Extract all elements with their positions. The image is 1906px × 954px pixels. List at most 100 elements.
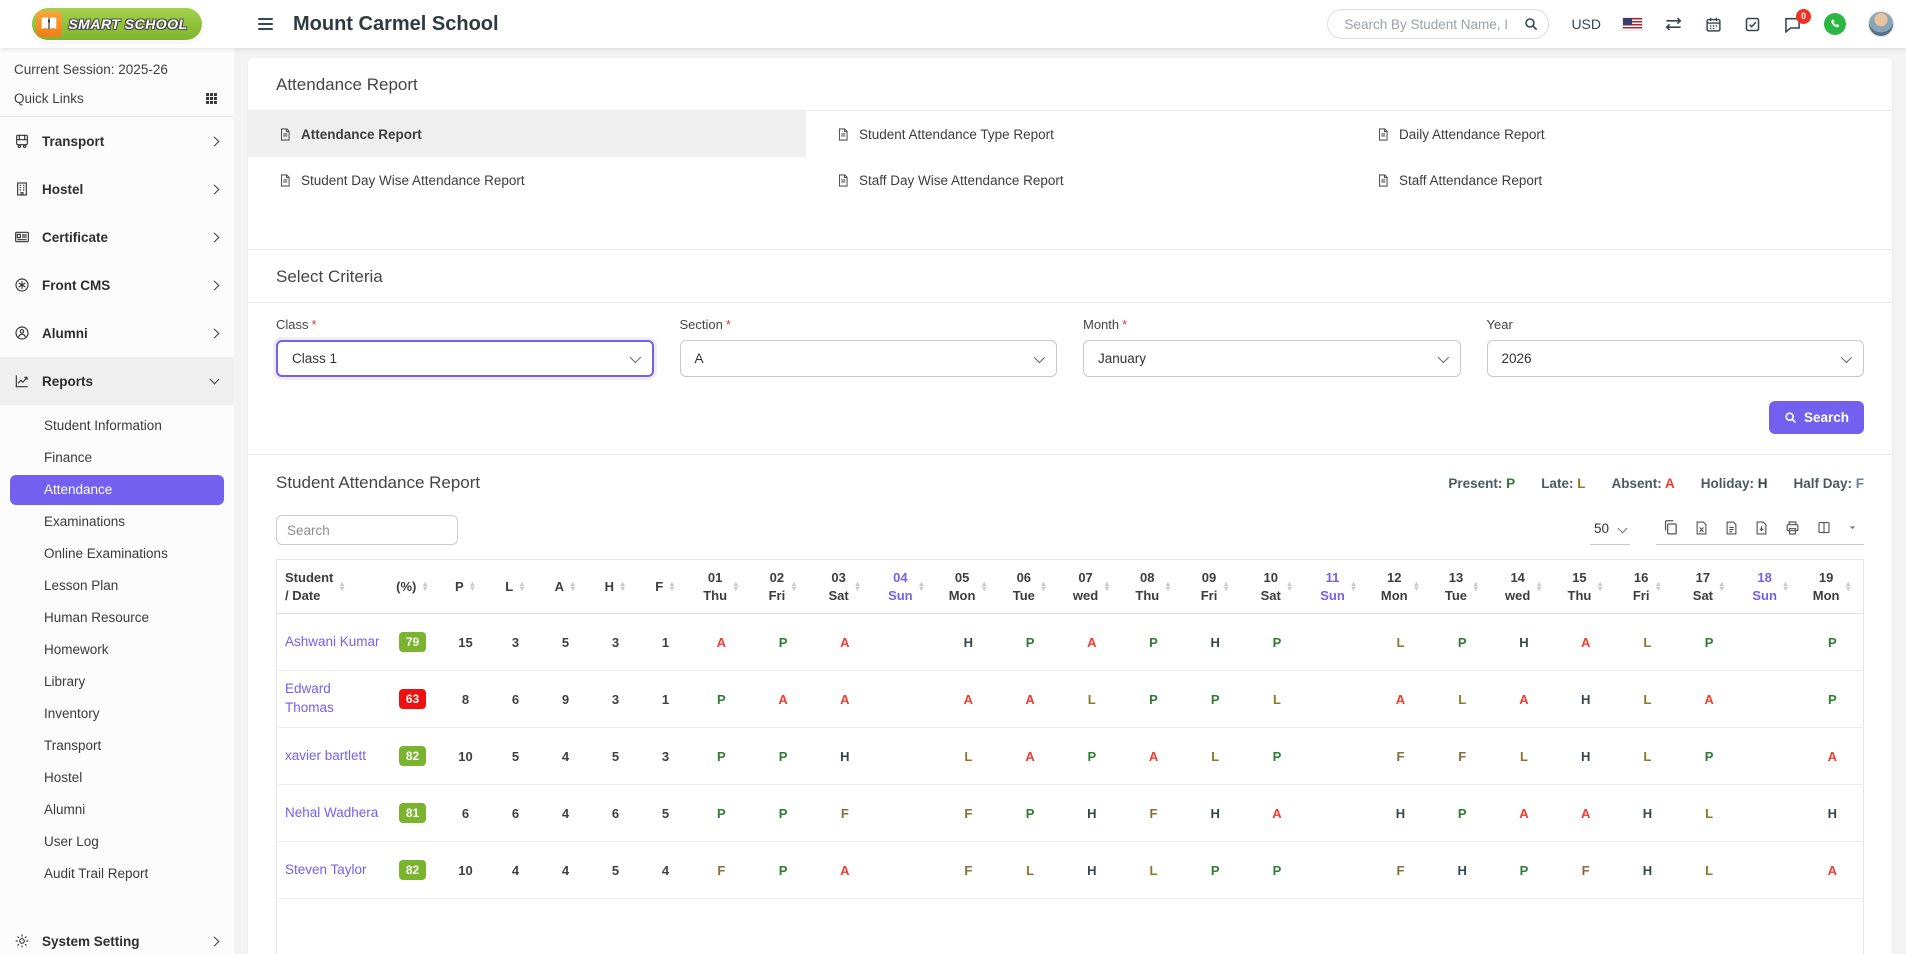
- sort-icon[interactable]: ▲▼: [569, 582, 576, 590]
- col-header-day-10[interactable]: 10Sat▲▼: [1246, 560, 1308, 614]
- student-name-link[interactable]: Ashwani Kumar: [279, 633, 383, 652]
- sort-icon[interactable]: ▲▼: [1845, 582, 1852, 590]
- col-header-day-02[interactable]: 02Fri▲▼: [752, 560, 814, 614]
- sort-icon[interactable]: ▲▼: [619, 582, 626, 590]
- sidebar-subitem-alumni[interactable]: Alumni: [10, 795, 224, 825]
- sort-icon[interactable]: ▲▼: [1222, 582, 1229, 590]
- columns-icon[interactable]: [1816, 520, 1832, 535]
- sidebar-subitem-lesson-plan[interactable]: Lesson Plan: [10, 571, 224, 601]
- col-header-f[interactable]: F▲▼: [641, 560, 691, 614]
- sidebar-subitem-inventory[interactable]: Inventory: [10, 699, 224, 729]
- sort-icon[interactable]: ▲▼: [1350, 582, 1357, 590]
- sidebar-item-front-cms[interactable]: Front CMS: [0, 261, 234, 309]
- col-header-day-01[interactable]: 01Thu▲▼: [691, 560, 753, 614]
- print-icon[interactable]: [1784, 520, 1801, 536]
- sort-icon[interactable]: ▲▼: [918, 582, 925, 590]
- sort-icon[interactable]: ▲▼: [1718, 582, 1725, 590]
- hamburger-menu-icon[interactable]: [258, 18, 273, 30]
- report-link-student-day-wise-attendance-report[interactable]: Student Day Wise Attendance Report: [248, 157, 806, 203]
- col-header-day-16[interactable]: 16Fri▲▼: [1617, 560, 1679, 614]
- col-header-day-13[interactable]: 13Tue▲▼: [1431, 560, 1493, 614]
- sort-icon[interactable]: ▲▼: [1535, 582, 1542, 590]
- col-header-student-date[interactable]: Student/ Date▲▼: [277, 560, 385, 614]
- col-header-day-14[interactable]: 14wed▲▼: [1493, 560, 1555, 614]
- sort-icon[interactable]: ▲▼: [1103, 582, 1110, 590]
- col-header-day-06[interactable]: 06Tue▲▼: [999, 560, 1061, 614]
- col-header-day-07[interactable]: 07wed▲▼: [1061, 560, 1123, 614]
- global-search-input[interactable]: [1342, 16, 1523, 33]
- logo[interactable]: SMART SCHOOL: [0, 0, 234, 48]
- student-name-link[interactable]: Nehal Wadhera: [279, 804, 383, 823]
- report-link-staff-attendance-report[interactable]: Staff Attendance Report: [1346, 157, 1892, 203]
- col-header-day-05[interactable]: 05Mon▲▼: [937, 560, 999, 614]
- sort-icon[interactable]: ▲▼: [1286, 582, 1293, 590]
- col-header-day-03[interactable]: 03Sat▲▼: [814, 560, 876, 614]
- us-flag-icon[interactable]: [1623, 18, 1642, 30]
- sidebar-subitem-examinations[interactable]: Examinations: [10, 507, 224, 537]
- sidebar-subitem-transport[interactable]: Transport: [10, 731, 224, 761]
- sort-icon[interactable]: ▲▼: [338, 582, 345, 590]
- user-avatar[interactable]: [1868, 11, 1894, 37]
- sidebar-subitem-finance[interactable]: Finance: [10, 443, 224, 473]
- caret-down-icon[interactable]: [1847, 522, 1858, 533]
- sidebar-item-system-setting[interactable]: System Setting: [0, 917, 234, 954]
- col-header-day-11[interactable]: 11Sun▲▼: [1308, 560, 1370, 614]
- col-header-day-08[interactable]: 08Thu▲▼: [1123, 560, 1185, 614]
- month-select[interactable]: January: [1083, 340, 1461, 377]
- sort-icon[interactable]: ▲▼: [1782, 582, 1789, 590]
- col-header-day-15[interactable]: 15Thu▲▼: [1555, 560, 1617, 614]
- calendar-icon[interactable]: [1705, 16, 1722, 33]
- sort-icon[interactable]: ▲▼: [668, 582, 675, 590]
- sort-icon[interactable]: ▲▼: [1472, 582, 1479, 590]
- col-header-a[interactable]: A▲▼: [541, 560, 591, 614]
- report-link-attendance-report[interactable]: Attendance Report: [248, 111, 806, 157]
- col-header-[interactable]: (%)▲▼: [385, 560, 441, 614]
- sort-icon[interactable]: ▲▼: [469, 582, 476, 590]
- sort-icon[interactable]: ▲▼: [980, 582, 987, 590]
- sidebar-subitem-student-information[interactable]: Student Information: [10, 411, 224, 441]
- quick-links[interactable]: Quick Links: [0, 81, 234, 117]
- sidebar-subitem-library[interactable]: Library: [10, 667, 224, 697]
- sidebar-item-hostel[interactable]: Hostel: [0, 165, 234, 213]
- col-header-p[interactable]: P▲▼: [441, 560, 491, 614]
- file-text-icon[interactable]: [1724, 520, 1739, 536]
- sort-icon[interactable]: ▲▼: [1040, 582, 1047, 590]
- class-select[interactable]: Class 1: [276, 340, 654, 377]
- col-header-day-12[interactable]: 12Mon▲▼: [1370, 560, 1432, 614]
- report-link-student-attendance-type-report[interactable]: Student Attendance Type Report: [806, 111, 1346, 157]
- sort-icon[interactable]: ▲▼: [732, 582, 739, 590]
- whatsapp-icon[interactable]: [1824, 13, 1846, 35]
- excel-icon[interactable]: [1694, 520, 1709, 536]
- sort-icon[interactable]: ▲▼: [518, 582, 525, 590]
- sidebar-item-alumni[interactable]: Alumni: [0, 309, 234, 357]
- sort-icon[interactable]: ▲▼: [1654, 582, 1661, 590]
- task-check-icon[interactable]: [1744, 16, 1761, 33]
- sidebar-subitem-hostel[interactable]: Hostel: [10, 763, 224, 793]
- sidebar-item-transport[interactable]: Transport: [0, 117, 234, 165]
- sidebar-item-reports[interactable]: Reports: [0, 357, 234, 405]
- col-header-day-09[interactable]: 09Fri▲▼: [1184, 560, 1246, 614]
- sort-icon[interactable]: ▲▼: [854, 582, 861, 590]
- sidebar-subitem-attendance[interactable]: Attendance: [10, 475, 224, 505]
- page-size-select[interactable]: 50: [1590, 521, 1630, 545]
- student-name-link[interactable]: xavier bartlett: [279, 747, 383, 766]
- year-select[interactable]: 2026: [1487, 340, 1865, 377]
- col-header-day-18[interactable]: 18Sun▲▼: [1740, 560, 1802, 614]
- sort-icon[interactable]: ▲▼: [421, 582, 428, 590]
- table-search-input[interactable]: [276, 515, 458, 545]
- section-select[interactable]: A: [680, 340, 1058, 377]
- student-name-link[interactable]: Edward Thomas: [279, 680, 383, 718]
- student-name-link[interactable]: Steven Taylor: [279, 861, 383, 880]
- report-link-daily-attendance-report[interactable]: Daily Attendance Report: [1346, 111, 1892, 157]
- col-header-day-04[interactable]: 04Sun▲▼: [876, 560, 938, 614]
- col-header-day-17[interactable]: 17Sat▲▼: [1678, 560, 1740, 614]
- sidebar-item-certificate[interactable]: Certificate: [0, 213, 234, 261]
- search-button[interactable]: Search: [1769, 401, 1864, 434]
- pdf-icon[interactable]: [1754, 520, 1769, 536]
- report-link-staff-day-wise-attendance-report[interactable]: Staff Day Wise Attendance Report: [806, 157, 1346, 203]
- sidebar-subitem-user-log[interactable]: User Log: [10, 827, 224, 857]
- sidebar-subitem-online-examinations[interactable]: Online Examinations: [10, 539, 224, 569]
- sidebar-subitem-human-resource[interactable]: Human Resource: [10, 603, 224, 633]
- exchange-icon[interactable]: [1664, 16, 1683, 32]
- sort-icon[interactable]: ▲▼: [1596, 582, 1603, 590]
